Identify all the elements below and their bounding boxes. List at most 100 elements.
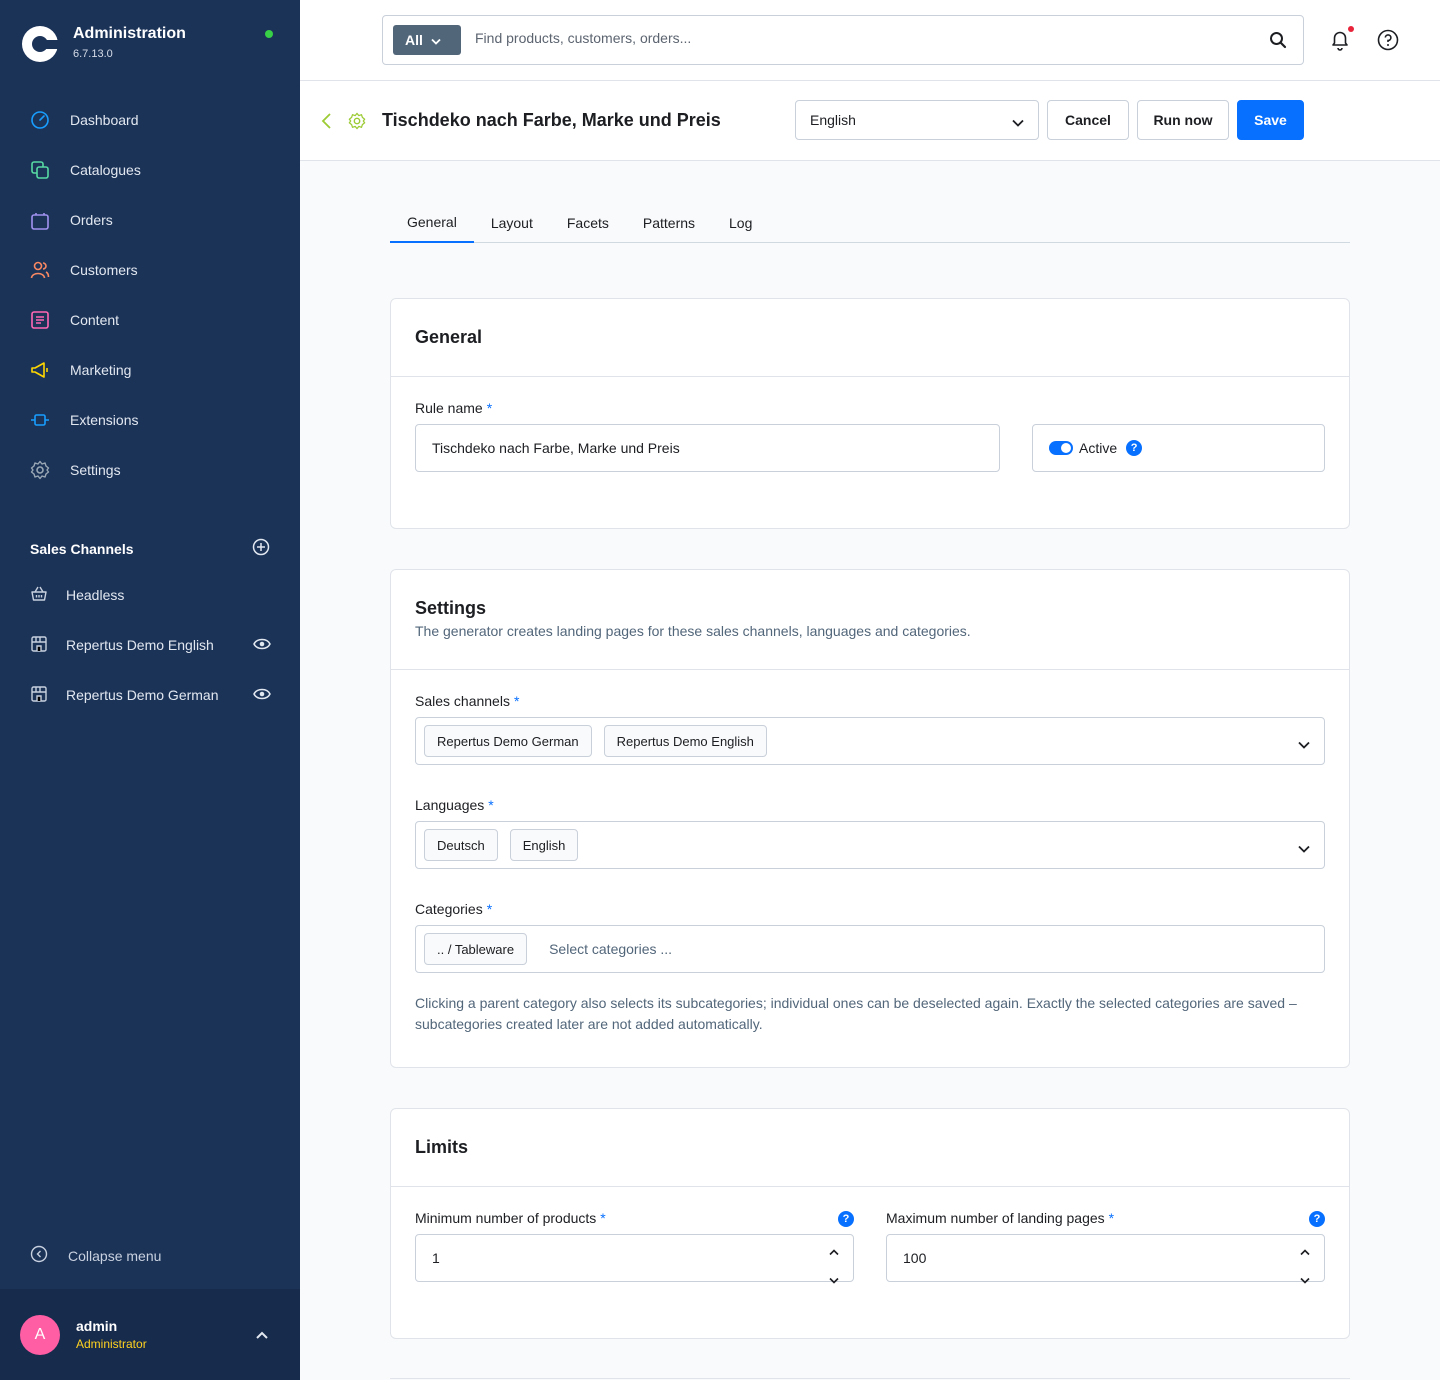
chevron-down-icon[interactable]	[1298, 840, 1310, 856]
sales-channel-repertus-de[interactable]: Repertus Demo German	[0, 670, 300, 720]
language-select[interactable]: English	[795, 100, 1039, 140]
category-chip[interactable]: .. / Tableware	[424, 933, 528, 965]
min-products-input[interactable]: 1	[415, 1234, 854, 1284]
sidebar: Administration 6.7.13.0 Dashboard Catalo…	[0, 0, 300, 1380]
nav-label: Dashboard	[70, 112, 139, 128]
chevron-up-icon[interactable]	[255, 1327, 269, 1343]
cog-icon	[348, 112, 366, 133]
languages-multiselect[interactable]: Deutsch English	[415, 821, 1325, 869]
sales-channel-label: Repertus Demo German	[66, 687, 219, 703]
marketing-icon	[30, 360, 50, 380]
active-field: Active ?	[1032, 424, 1325, 472]
save-button[interactable]: Save	[1237, 100, 1304, 140]
chevron-down-icon[interactable]	[1298, 736, 1310, 752]
sales-channel-repertus-en[interactable]: Repertus Demo English	[0, 620, 300, 670]
eye-icon[interactable]	[253, 687, 271, 704]
user-name: admin	[76, 1318, 118, 1334]
back-arrow-icon[interactable]	[320, 112, 334, 133]
user-role: Administrator	[76, 1337, 147, 1351]
nav-item-customers[interactable]: Customers	[0, 245, 300, 295]
content-icon	[30, 310, 50, 330]
brand[interactable]: Administration 6.7.13.0	[22, 24, 186, 62]
chevron-down-icon[interactable]	[1300, 1271, 1310, 1287]
chevron-down-icon	[1012, 114, 1024, 130]
nav-item-settings[interactable]: Settings	[0, 445, 300, 495]
search-scope-label: All	[405, 32, 423, 48]
sales-channels-title: Sales Channels	[30, 540, 134, 557]
min-products-help-icon[interactable]: ?	[838, 1211, 854, 1227]
search-input[interactable]	[475, 30, 1215, 46]
settings-icon	[30, 460, 50, 480]
notifications-bell-icon[interactable]	[1328, 28, 1352, 55]
eye-icon[interactable]	[253, 637, 271, 654]
run-now-button[interactable]: Run now	[1137, 100, 1229, 140]
dashboard-icon	[30, 110, 50, 130]
nav-item-marketing[interactable]: Marketing	[0, 345, 300, 395]
nav-item-extensions[interactable]: Extensions	[0, 395, 300, 445]
chevron-down-icon	[431, 32, 441, 48]
collapse-menu-button[interactable]: Collapse menu	[30, 1245, 161, 1266]
active-label: Active	[1079, 440, 1118, 456]
settings-card-subtitle: The generator creates landing pages for …	[415, 623, 971, 639]
user-menu[interactable]: A admin Administrator	[0, 1289, 300, 1380]
storefront-icon	[30, 635, 48, 656]
app-title: Administration	[73, 25, 186, 42]
number-stepper	[829, 1243, 839, 1287]
tab-general[interactable]: General	[390, 202, 474, 243]
languages-label: Languages *	[415, 797, 494, 813]
tab-log[interactable]: Log	[712, 202, 769, 243]
add-sales-channel-icon[interactable]	[252, 538, 270, 559]
tab-patterns[interactable]: Patterns	[626, 202, 712, 243]
max-pages-value: 100	[903, 1250, 927, 1266]
storefront-icon	[30, 685, 48, 706]
sales-channels-label: Sales channels *	[415, 693, 520, 709]
max-pages-help-icon[interactable]: ?	[1309, 1211, 1325, 1227]
chevron-down-icon[interactable]	[829, 1271, 839, 1287]
nav-label: Extensions	[70, 412, 139, 428]
cancel-button[interactable]: Cancel	[1047, 100, 1129, 140]
settings-card: Settings The generator creates landing p…	[390, 569, 1350, 1068]
active-toggle[interactable]	[1049, 441, 1073, 455]
nav-label: Marketing	[70, 362, 132, 378]
search-scope-dropdown[interactable]: All	[393, 25, 461, 55]
chevron-up-icon[interactable]	[1300, 1243, 1310, 1259]
search-icon[interactable]	[1269, 31, 1287, 52]
sales-channel-chip[interactable]: Repertus Demo English	[603, 725, 767, 757]
nav-item-orders[interactable]: Orders	[0, 195, 300, 245]
customers-icon	[30, 260, 50, 280]
active-help-icon[interactable]: ?	[1126, 440, 1143, 456]
categories-multiselect[interactable]: .. / Tableware Select categories ...	[415, 925, 1325, 973]
max-pages-input[interactable]: 100	[886, 1234, 1325, 1284]
language-chip[interactable]: Deutsch	[424, 829, 498, 861]
catalogues-icon	[30, 160, 50, 180]
sales-channels-multiselect[interactable]: Repertus Demo German Repertus Demo Engli…	[415, 717, 1325, 765]
online-status-dot	[265, 30, 273, 38]
categories-placeholder: Select categories ...	[549, 941, 673, 957]
tab-layout[interactable]: Layout	[474, 202, 550, 243]
sales-channel-chip[interactable]: Repertus Demo German	[424, 725, 592, 757]
limits-card-title: Limits	[415, 1137, 469, 1157]
nav-item-catalogues[interactable]: Catalogues	[0, 145, 300, 195]
limits-card: Limits Minimum number of products * ? 1 M…	[390, 1108, 1350, 1339]
nav-label: Content	[70, 312, 120, 328]
sales-channel-list: Headless Repertus Demo English Repertus …	[0, 570, 300, 720]
nav-item-content[interactable]: Content	[0, 295, 300, 345]
nav-item-dashboard[interactable]: Dashboard	[0, 95, 300, 145]
settings-card-title: Settings	[415, 598, 487, 618]
rule-name-value: Tischdeko nach Farbe, Marke und Preis	[432, 440, 680, 456]
basket-icon	[30, 585, 48, 606]
rule-name-input[interactable]: Tischdeko nach Farbe, Marke und Preis	[415, 424, 1000, 472]
notification-dot	[1348, 26, 1354, 32]
collapse-menu-label: Collapse menu	[68, 1247, 162, 1264]
language-chip[interactable]: English	[509, 829, 579, 861]
sales-channel-label: Headless	[66, 587, 125, 603]
sales-channel-headless[interactable]: Headless	[0, 570, 300, 620]
page-header: Tischdeko nach Farbe, Marke und Preis En…	[300, 81, 1440, 161]
tab-facets[interactable]: Facets	[550, 202, 626, 243]
app-version: 6.7.13.0	[73, 48, 113, 60]
rule-name-label: Rule name *	[415, 400, 493, 416]
orders-icon	[30, 210, 50, 230]
shopware-logo	[22, 26, 60, 62]
chevron-up-icon[interactable]	[829, 1243, 839, 1259]
help-icon[interactable]	[1377, 29, 1399, 54]
